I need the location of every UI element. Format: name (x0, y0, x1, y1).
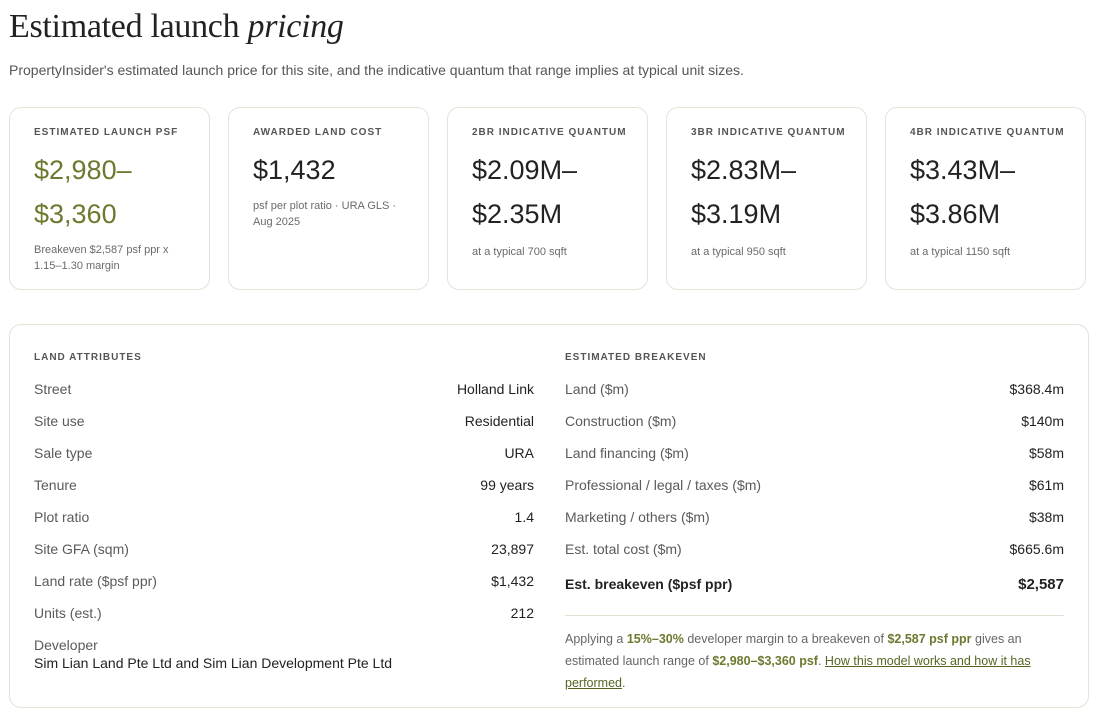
cost-key: Construction ($m) (565, 413, 677, 429)
cost-row: Land financing ($m) $58m (565, 437, 1064, 469)
breakeven-highlight: $2,587 psf ppr (887, 632, 972, 646)
attr-value: 212 (510, 605, 534, 621)
cost-key: Professional / legal / taxes ($m) (565, 477, 762, 493)
attr-row: Street Holland Link (34, 373, 534, 405)
attr-row: Plot ratio 1.4 (34, 501, 534, 533)
section-label: LAND ATTRIBUTES (34, 352, 142, 363)
attr-value: 99 years (480, 477, 534, 493)
methodology-note: Applying a 15%–30% developer margin to a… (565, 628, 1064, 694)
land-attributes: LAND ATTRIBUTES Street Holland Link Site … (34, 351, 534, 671)
cost-value: $58m (1028, 445, 1064, 461)
card-note: psf per plot ratio · URA GLS · Aug 2025 (253, 200, 397, 228)
card-value-line1: $2.09M– (472, 155, 578, 185)
card-value-line1: $3.43M– (910, 155, 1016, 185)
card-value-line2: $3.86M (910, 199, 1001, 229)
attr-row: Site GFA (sqm) 23,897 (34, 533, 534, 565)
card-value: $1,432 (253, 148, 414, 192)
attr-key: Street (34, 381, 72, 397)
card-label: 2BR INDICATIVE QUANTUM (472, 127, 627, 138)
attr-key: Plot ratio (34, 509, 90, 525)
cost-key: Land financing ($m) (565, 445, 689, 461)
cost-value: $38m (1028, 509, 1064, 525)
card-note: at a typical 700 sqft (472, 246, 567, 258)
card-3br-quantum: 3BR INDICATIVE QUANTUM $2.83M– $3.19M at… (666, 107, 867, 290)
card-label: ESTIMATED LAUNCH PSF (34, 127, 179, 138)
page-subtitle: PropertyInsider's estimated launch price… (9, 62, 744, 78)
card-4br-quantum: 4BR INDICATIVE QUANTUM $3.43M– $3.86M at… (885, 107, 1086, 290)
attr-value: URA (504, 445, 534, 461)
cost-row: Land ($m) $368.4m (565, 373, 1064, 405)
note-text: . (817, 654, 825, 668)
attr-key: Tenure (34, 477, 77, 493)
title-text: Estimated launch (9, 8, 240, 45)
card-2br-quantum: 2BR INDICATIVE QUANTUM $2.09M– $2.35M at… (447, 107, 648, 290)
attr-row: Land rate ($psf ppr) $1,432 (34, 565, 534, 597)
breakeven-total-row: Est. breakeven ($psf ppr) $2,587 (565, 565, 1064, 603)
card-value-line1: $2,980– (34, 155, 132, 185)
breakeven-total-key: Est. breakeven ($psf ppr) (565, 576, 733, 592)
range-highlight: $2,980–$3,360 psf (712, 654, 818, 668)
margin-highlight: 15%–30% (626, 632, 684, 646)
developer-value: Sim Lian Land Pte Ltd and Sim Lian Devel… (34, 655, 392, 671)
breakeven-total-value: $2,587 (1018, 575, 1064, 593)
card-note: at a typical 1150 sqft (910, 246, 1011, 258)
attr-row: Sale type URA (34, 437, 534, 469)
cost-row: Marketing / others ($m) $38m (565, 501, 1064, 533)
attr-value: Residential (464, 413, 534, 429)
note-text: Applying a (565, 632, 627, 646)
attr-key: Site use (34, 413, 85, 429)
summary-cards: ESTIMATED LAUNCH PSF $2,980– $3,360 Brea… (9, 107, 1088, 292)
details-panel: LAND ATTRIBUTES Street Holland Link Site … (9, 324, 1089, 708)
attr-value: 1.4 (514, 509, 534, 525)
cost-row: Professional / legal / taxes ($m) $61m (565, 469, 1064, 501)
card-value-line1: $2.83M– (691, 155, 797, 185)
card-land-cost: AWARDED LAND COST $1,432 psf per plot ra… (228, 107, 429, 290)
page-title: Estimated launch pricing (9, 8, 344, 46)
attr-key: Sale type (34, 445, 93, 461)
card-value: $2,980– $3,360 (34, 148, 195, 236)
section-label: ESTIMATED BREAKEVEN (565, 352, 707, 363)
attr-value: Holland Link (456, 381, 534, 397)
attr-key: Land rate ($psf ppr) (34, 573, 157, 589)
attr-row: Site use Residential (34, 405, 534, 437)
card-note: Breakeven $2,587 psf ppr x 1.15–1.30 mar… (34, 244, 169, 272)
cost-value: $61m (1028, 477, 1064, 493)
card-value: $2.83M– $3.19M (691, 148, 852, 236)
attr-value: 23,897 (491, 541, 534, 557)
attr-key: Units (est.) (34, 605, 102, 621)
developer-block: Developer Sim Lian Land Pte Ltd and Sim … (34, 629, 534, 671)
attr-key: Site GFA (sqm) (34, 541, 129, 557)
cost-value: $140m (1021, 413, 1064, 429)
attr-value: $1,432 (491, 573, 534, 589)
card-value-line2: $2.35M (472, 199, 563, 229)
divider (565, 615, 1064, 616)
cost-row: Est. total cost ($m) $665.6m (565, 533, 1064, 565)
cost-value: $665.6m (1009, 541, 1064, 557)
card-value-line2: $3.19M (691, 199, 782, 229)
note-text: developer margin to a breakeven of (683, 632, 888, 646)
card-label: 4BR INDICATIVE QUANTUM (910, 127, 1065, 138)
attr-row: Units (est.) 212 (34, 597, 534, 629)
card-label: AWARDED LAND COST (253, 127, 383, 138)
cost-key: Est. total cost ($m) (565, 541, 682, 557)
cost-row: Construction ($m) $140m (565, 405, 1064, 437)
card-note: at a typical 950 sqft (691, 246, 786, 258)
card-launch-psf: ESTIMATED LAUNCH PSF $2,980– $3,360 Brea… (9, 107, 210, 290)
title-emphasis: pricing (247, 8, 344, 45)
cost-key: Land ($m) (565, 381, 629, 397)
attr-row: Tenure 99 years (34, 469, 534, 501)
cost-key: Marketing / others ($m) (565, 509, 710, 525)
card-value-line2: $3,360 (34, 199, 117, 229)
card-value: $2.09M– $2.35M (472, 148, 633, 236)
card-value-line1: $1,432 (253, 155, 336, 185)
card-label: 3BR INDICATIVE QUANTUM (691, 127, 846, 138)
card-value: $3.43M– $3.86M (910, 148, 1071, 236)
estimated-breakeven: ESTIMATED BREAKEVEN Land ($m) $368.4m Con… (565, 351, 1064, 694)
cost-value: $368.4m (1009, 381, 1064, 397)
note-text: . (621, 676, 626, 690)
